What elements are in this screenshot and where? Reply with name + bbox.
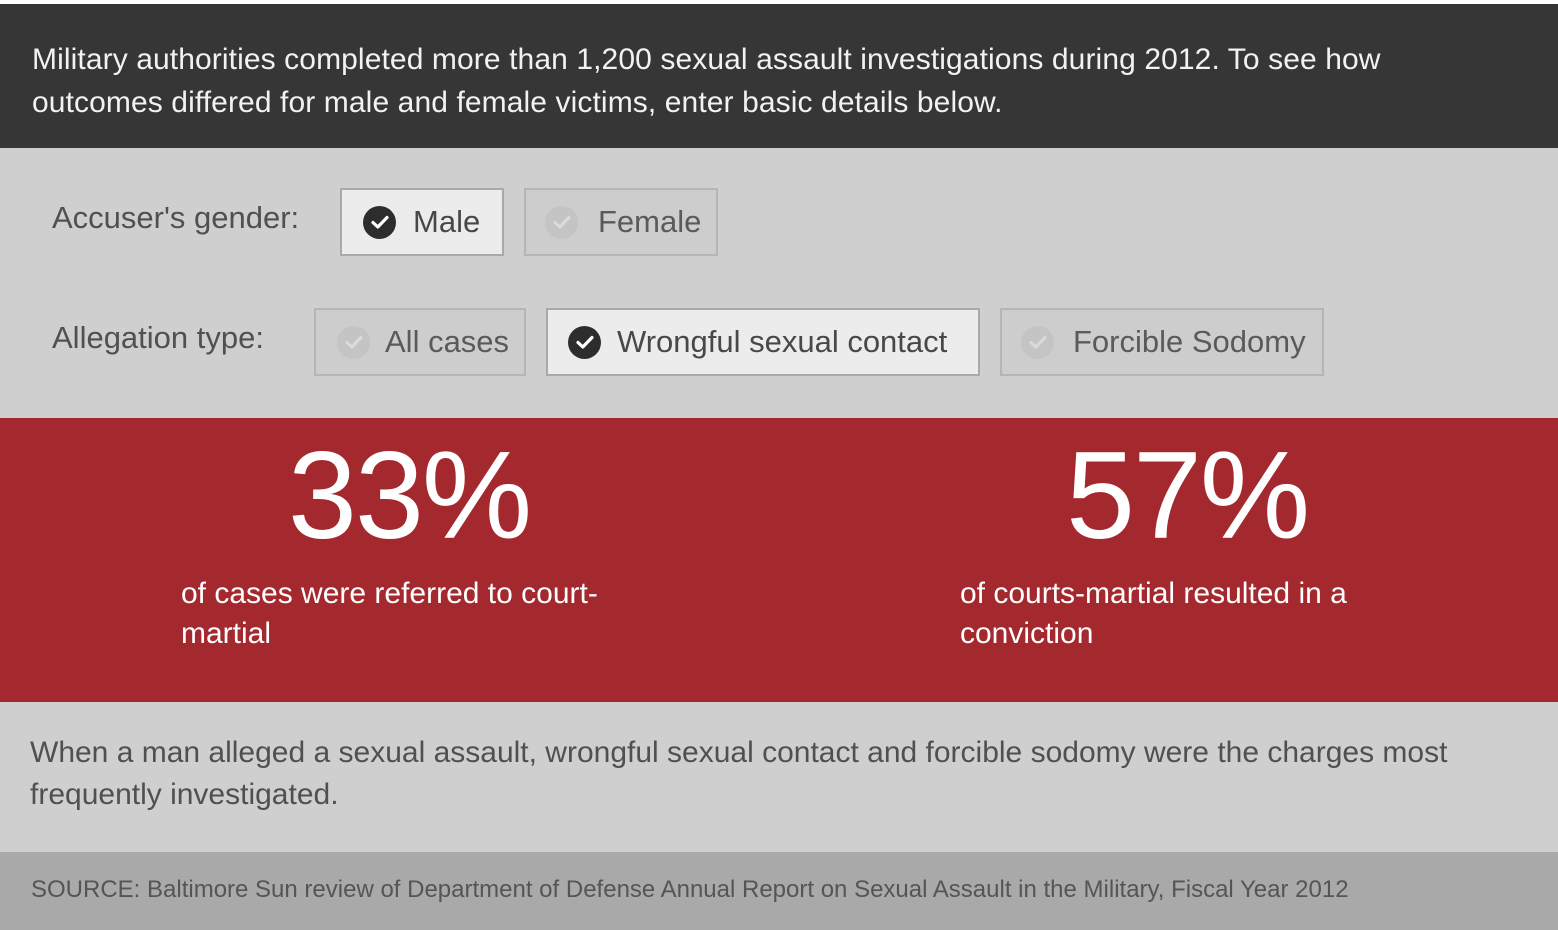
filter-panel: Accuser's gender: Male Female Allegation…	[0, 148, 1558, 418]
summary-text: When a man alleged a sexual assault, wro…	[30, 736, 1448, 811]
allegation-option-label: Wrongful sexual contact	[617, 324, 948, 359]
allegation-option-label: Forcible Sodomy	[1073, 324, 1306, 359]
stat-conviction-description: of courts-martial resulted in a convicti…	[960, 577, 1347, 650]
stat-conviction-value: 57%	[1066, 427, 1310, 565]
allegation-option-label: All cases	[385, 324, 510, 359]
check-circle-icon	[337, 325, 370, 359]
allegation-option-forcible-sodomy[interactable]: Forcible Sodomy	[1000, 308, 1324, 376]
source-footer: SOURCE: Baltimore Sun review of Departme…	[0, 852, 1558, 930]
gender-option-label: Female	[598, 204, 702, 239]
check-circle-icon	[568, 325, 601, 359]
allegation-label: Allegation type:	[52, 320, 264, 355]
gender-option-male[interactable]: Male	[340, 188, 504, 256]
stats-panel: 33% of cases were referred to court-mart…	[0, 418, 1558, 702]
stat-referred-description: of cases were referred to court-martial	[181, 577, 598, 650]
intro-banner: Military authorities completed more than…	[0, 4, 1558, 148]
gender-label: Accuser's gender:	[52, 200, 300, 235]
stat-referred-value: 33%	[288, 427, 532, 565]
check-circle-icon	[1021, 325, 1054, 359]
source-text: SOURCE: Baltimore Sun review of Departme…	[31, 876, 1349, 903]
gender-option-label: Male	[413, 204, 481, 239]
check-circle-icon	[363, 205, 396, 239]
intro-text: Military authorities completed more than…	[32, 43, 1381, 119]
gender-option-female[interactable]: Female	[524, 188, 718, 256]
check-circle-icon	[545, 205, 578, 239]
allegation-option-wrongful-sexual-contact[interactable]: Wrongful sexual contact	[546, 308, 980, 376]
summary-text-panel: When a man alleged a sexual assault, wro…	[0, 702, 1558, 852]
allegation-option-all-cases[interactable]: All cases	[314, 308, 526, 376]
